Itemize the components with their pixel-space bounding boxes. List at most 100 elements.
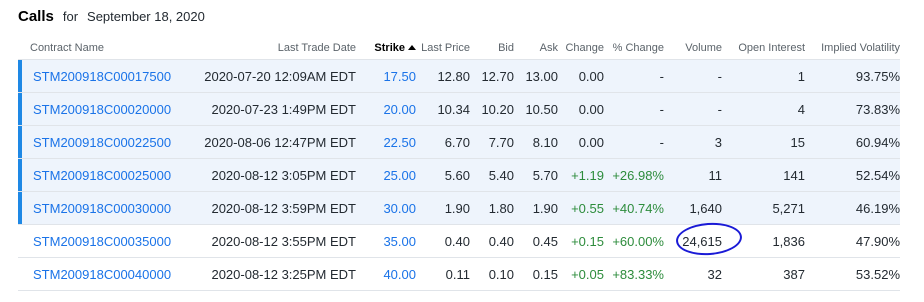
last-price-cell: 6.70 [416,125,470,159]
open-interest-cell: 15 [722,125,805,159]
last-trade-date-cell: 2020-08-12 3:05PM EDT [178,158,356,192]
col-strike[interactable]: Strike [356,36,416,60]
strike-cell: 35.00 [356,224,416,258]
table-row: STM200918C00022500 2020-08-06 12:47PM EDT… [18,125,900,159]
contract-link[interactable]: STM200918C00035000 [33,234,171,249]
percent-change-cell: - [604,125,664,159]
col-ask[interactable]: Ask [514,36,558,60]
last-price-cell: 10.34 [416,92,470,126]
volume-cell: - [664,59,722,93]
col-last-trade-date[interactable]: Last Trade Date [178,36,356,60]
table-header-row: Contract Name Last Trade Date Strike Las… [18,36,900,60]
col-contract-name[interactable]: Contract Name [18,36,178,60]
contract-link[interactable]: STM200918C00020000 [33,102,171,117]
percent-change-cell: - [604,92,664,126]
open-interest-cell: 1 [722,59,805,93]
strike-link[interactable]: 40.00 [383,267,416,282]
strike-link[interactable]: 35.00 [383,234,416,249]
last-trade-date-cell: 2020-07-23 1:49PM EDT [178,92,356,126]
open-interest-cell: 1,836 [722,224,805,258]
last-trade-date-cell: 2020-07-20 12:09AM EDT [178,59,356,93]
ask-cell: 0.45 [514,224,558,258]
strike-link[interactable]: 20.00 [383,102,416,117]
last-trade-date-cell: 2020-08-12 3:55PM EDT [178,224,356,258]
implied-volatility-cell: 60.94% [805,125,900,159]
bid-cell: 0.10 [470,257,514,291]
percent-change-cell: +83.33% [604,257,664,291]
strike-link[interactable]: 22.50 [383,135,416,150]
strike-cell: 22.50 [356,125,416,159]
implied-volatility-cell: 46.19% [805,191,900,225]
col-change[interactable]: Change [558,36,604,60]
last-price-cell: 0.40 [416,224,470,258]
implied-volatility-cell: 47.90% [805,224,900,258]
last-trade-date-cell: 2020-08-12 3:59PM EDT [178,191,356,225]
volume-cell: 24,615 [664,220,744,258]
contract-cell: STM200918C00022500 [18,125,178,159]
change-cell: +0.05 [558,257,604,291]
strike-link[interactable]: 17.50 [383,69,416,84]
strike-link[interactable]: 30.00 [383,201,416,216]
last-price-cell: 12.80 [416,59,470,93]
contract-cell: STM200918C00035000 [18,224,178,258]
col-implied-volatility[interactable]: Implied Volatility [805,36,900,60]
contract-cell: STM200918C00025000 [18,158,178,192]
col-bid[interactable]: Bid [470,36,514,60]
percent-change-cell: +26.98% [604,158,664,192]
last-trade-date-cell: 2020-08-06 12:47PM EDT [178,125,356,159]
contract-cell: STM200918C00030000 [18,191,178,225]
open-interest-cell: 141 [722,158,805,192]
contract-cell: STM200918C00020000 [18,92,178,126]
table-row: STM200918C00030000 2020-08-12 3:59PM EDT 3… [18,191,900,225]
change-cell: 0.00 [558,92,604,126]
col-strike-label: Strike [374,41,405,54]
volume-cell: 11 [664,158,722,192]
contract-link[interactable]: STM200918C00025000 [33,168,171,183]
col-percent-change[interactable]: % Change [604,36,664,60]
volume-cell: 3 [664,125,722,159]
contract-link[interactable]: STM200918C00040000 [33,267,171,282]
contract-link[interactable]: STM200918C00017500 [33,69,171,84]
open-interest-cell: 4 [722,92,805,126]
implied-volatility-cell: 52.54% [805,158,900,192]
change-cell: 0.00 [558,59,604,93]
table-row: STM200918C00035000 2020-08-12 3:55PM EDT 3… [18,220,900,258]
strike-link[interactable]: 25.00 [383,168,416,183]
percent-change-cell: - [604,59,664,93]
last-price-cell: 5.60 [416,158,470,192]
volume-value: 24,615 [675,220,744,257]
last-trade-date-cell: 2020-08-12 3:25PM EDT [178,257,356,291]
col-volume[interactable]: Volume [664,36,722,60]
table-row: STM200918C00025000 2020-08-12 3:05PM EDT 2… [18,158,900,192]
contract-link[interactable]: STM200918C00030000 [33,201,171,216]
table-row: STM200918C00017500 2020-07-20 12:09AM EDT… [18,59,900,93]
ask-cell: 13.00 [514,59,558,93]
strike-cell: 25.00 [356,158,416,192]
table-row: STM200918C00040000 2020-08-12 3:25PM EDT 4… [18,257,900,291]
percent-change-cell: +40.74% [604,191,664,225]
calls-table: Contract Name Last Trade Date Strike Las… [18,36,900,291]
percent-change-cell: +60.00% [604,224,664,258]
bid-cell: 5.40 [470,158,514,192]
implied-volatility-cell: 73.83% [805,92,900,126]
bid-cell: 10.20 [470,92,514,126]
implied-volatility-cell: 93.75% [805,59,900,93]
for-label: for [62,9,79,24]
change-cell: +1.19 [558,158,604,192]
volume-cell: - [664,92,722,126]
sort-ascending-icon [408,44,416,50]
strike-cell: 30.00 [356,191,416,225]
col-last-price[interactable]: Last Price [416,36,470,60]
ask-cell: 10.50 [514,92,558,126]
bid-cell: 1.80 [470,191,514,225]
strike-cell: 17.50 [356,59,416,93]
change-cell: +0.15 [558,224,604,258]
last-price-cell: 1.90 [416,191,470,225]
col-open-interest[interactable]: Open Interest [722,36,805,60]
volume-cell: 32 [664,257,722,291]
ask-cell: 1.90 [514,191,558,225]
contract-link[interactable]: STM200918C00022500 [33,135,171,150]
open-interest-cell: 5,271 [722,191,805,225]
bid-cell: 7.70 [470,125,514,159]
contract-cell: STM200918C00040000 [18,257,178,291]
